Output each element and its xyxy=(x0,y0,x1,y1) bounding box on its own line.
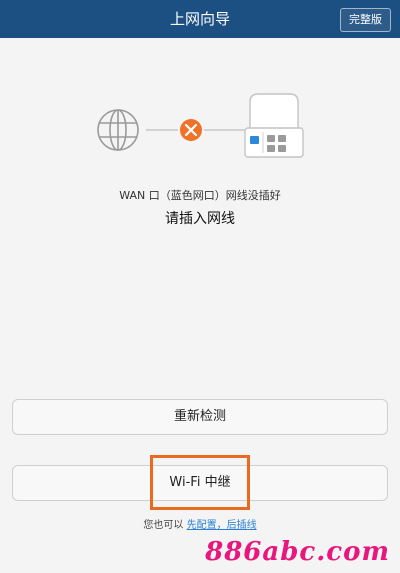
retest-button[interactable]: 重新检测 xyxy=(12,399,388,435)
configure-first-link[interactable]: 先配置，后插线 xyxy=(187,520,257,531)
highlight-annotation xyxy=(150,455,250,510)
wan-status-message: WAN 口（蓝色网口）网线没插好 xyxy=(119,189,281,202)
alt-setup-line: 您也可以 先配置，后插线 xyxy=(0,516,400,531)
insert-cable-prompt: 请插入网线 xyxy=(165,211,235,227)
connection-diagram-svg xyxy=(97,93,304,158)
watermark: 886abc.com xyxy=(205,537,390,567)
connection-diagram xyxy=(0,90,400,170)
close-icon xyxy=(180,119,202,141)
router-icon xyxy=(244,93,304,158)
alt-setup-prefix: 您也可以 xyxy=(143,520,184,531)
full-version-button[interactable]: 完整版 xyxy=(340,8,391,32)
top-bar: 上网向导 完整版 xyxy=(0,0,400,38)
globe-icon xyxy=(97,109,139,151)
